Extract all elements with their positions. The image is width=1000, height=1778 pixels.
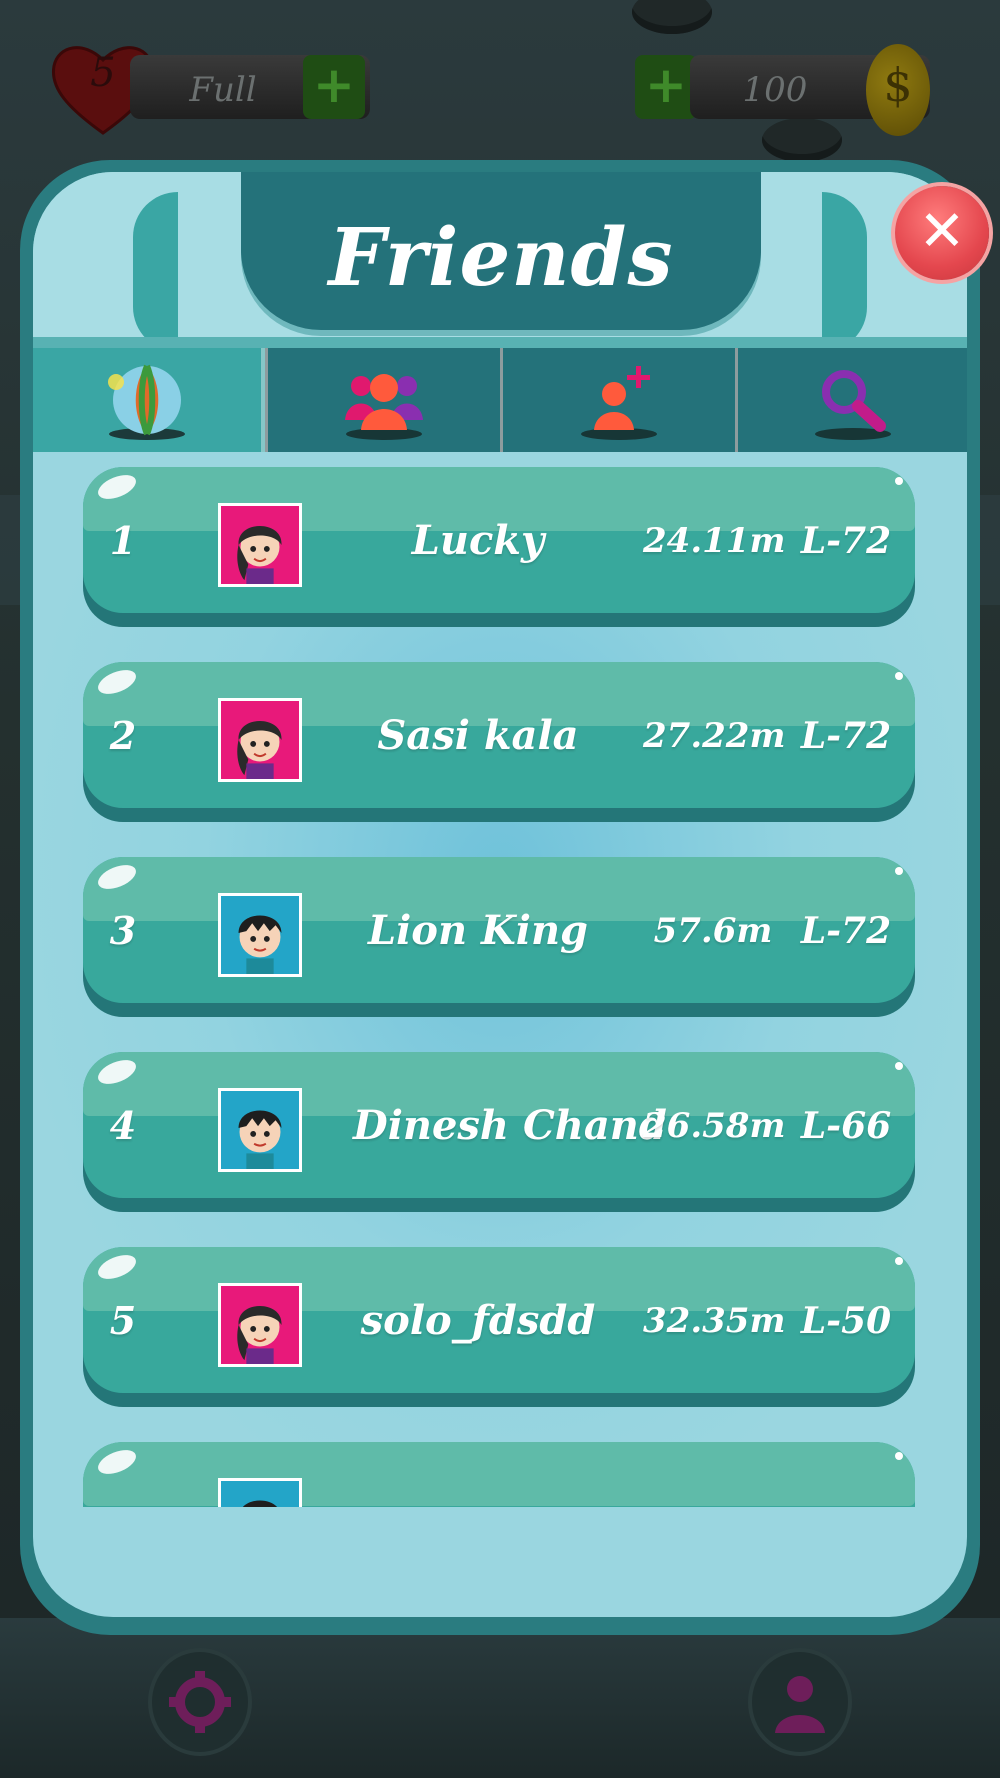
friend-rank: 1 — [109, 518, 137, 563]
page-title: Friends — [328, 210, 674, 304]
tab-friends[interactable] — [268, 348, 500, 452]
background-peg — [762, 118, 842, 162]
friend-rank: 2 — [109, 713, 137, 758]
background-floor — [0, 1618, 1000, 1778]
panel-horn-left — [133, 192, 178, 352]
girl-avatar — [218, 503, 302, 587]
add-lives-button[interactable]: + — [303, 55, 365, 119]
tab-add-friend[interactable] — [503, 348, 735, 452]
close-icon: ✕ — [918, 199, 966, 264]
boy-avatar — [218, 1088, 302, 1172]
tab-world[interactable] — [33, 348, 265, 452]
friend-level: L-50 — [800, 1300, 892, 1342]
boy-avatar — [218, 893, 302, 977]
friend-name: solo_fdsdd — [360, 1297, 596, 1344]
panel-horn-right — [822, 192, 867, 352]
friend-rank: 4 — [109, 1103, 137, 1148]
friends-panel: Friends 1 Lucky 24.11m L-72 2 Sasi kala … — [33, 172, 967, 1617]
title-banner: Friends — [241, 172, 761, 330]
friend-distance: 24.11m — [643, 521, 786, 561]
friend-row[interactable]: 3 Lion King 57.6m L-72 — [83, 857, 915, 1017]
close-button[interactable]: ✕ — [895, 186, 989, 280]
add-coins-button[interactable]: + — [635, 55, 697, 119]
friends-group-icon — [345, 374, 423, 440]
row-gloss-dot — [895, 1257, 903, 1265]
coin-symbol-icon: $ — [883, 58, 913, 112]
friend-distance: 27.22m — [643, 716, 786, 756]
row-gloss-dot — [895, 1452, 903, 1460]
friend-rank: 3 — [109, 908, 137, 953]
friend-level: L-72 — [800, 520, 892, 562]
friend-rank: 5 — [109, 1298, 137, 1343]
friend-name — [353, 1486, 603, 1507]
friend-distance — [643, 1486, 783, 1507]
person-icon — [775, 1676, 825, 1733]
friends-list[interactable]: 1 Lucky 24.11m L-72 2 Sasi kala 27.22m L… — [33, 467, 967, 1507]
lives-status: Full — [189, 70, 257, 110]
friend-row[interactable]: 5 solo_fdsdd 32.35m L-50 — [83, 1247, 915, 1407]
friend-row[interactable] — [83, 1442, 915, 1507]
friend-row[interactable]: 1 Lucky 24.11m L-72 — [83, 467, 915, 627]
friend-row[interactable]: 2 Sasi kala 27.22m L-72 — [83, 662, 915, 822]
settings-button[interactable] — [152, 1652, 248, 1752]
friend-distance: 26.58m — [643, 1106, 786, 1146]
friend-level: L-72 — [800, 910, 892, 952]
coins-count: 100 — [742, 70, 808, 110]
friend-level: L-66 — [800, 1105, 892, 1147]
friend-row[interactable]: 4 Dinesh Chand 26.58m L-66 — [83, 1052, 915, 1212]
girl-avatar — [218, 698, 302, 782]
friend-name: Dinesh Chand — [353, 1102, 667, 1149]
row-gloss-dot — [895, 867, 903, 875]
row-gloss-dot — [895, 1062, 903, 1070]
friend-level: L-72 — [800, 715, 892, 757]
gear-icon — [169, 1671, 231, 1733]
friend-distance: 57.6m — [653, 911, 773, 951]
row-gloss-dot — [895, 672, 903, 680]
boy-avatar — [218, 1478, 302, 1507]
friend-level — [791, 1486, 901, 1507]
girl-avatar — [218, 1283, 302, 1367]
add-friend-icon — [581, 366, 657, 440]
friend-name: Lucky — [411, 517, 545, 564]
friend-rank — [103, 1486, 143, 1507]
row-gloss-dot — [895, 477, 903, 485]
search-icon — [814, 370, 891, 440]
globe-icon — [108, 364, 185, 440]
friend-name: Sasi kala — [377, 712, 579, 759]
profile-button[interactable] — [752, 1652, 848, 1752]
friend-name: Lion King — [367, 907, 589, 954]
friend-distance: 32.35m — [643, 1301, 786, 1341]
tab-search[interactable] — [738, 348, 967, 452]
